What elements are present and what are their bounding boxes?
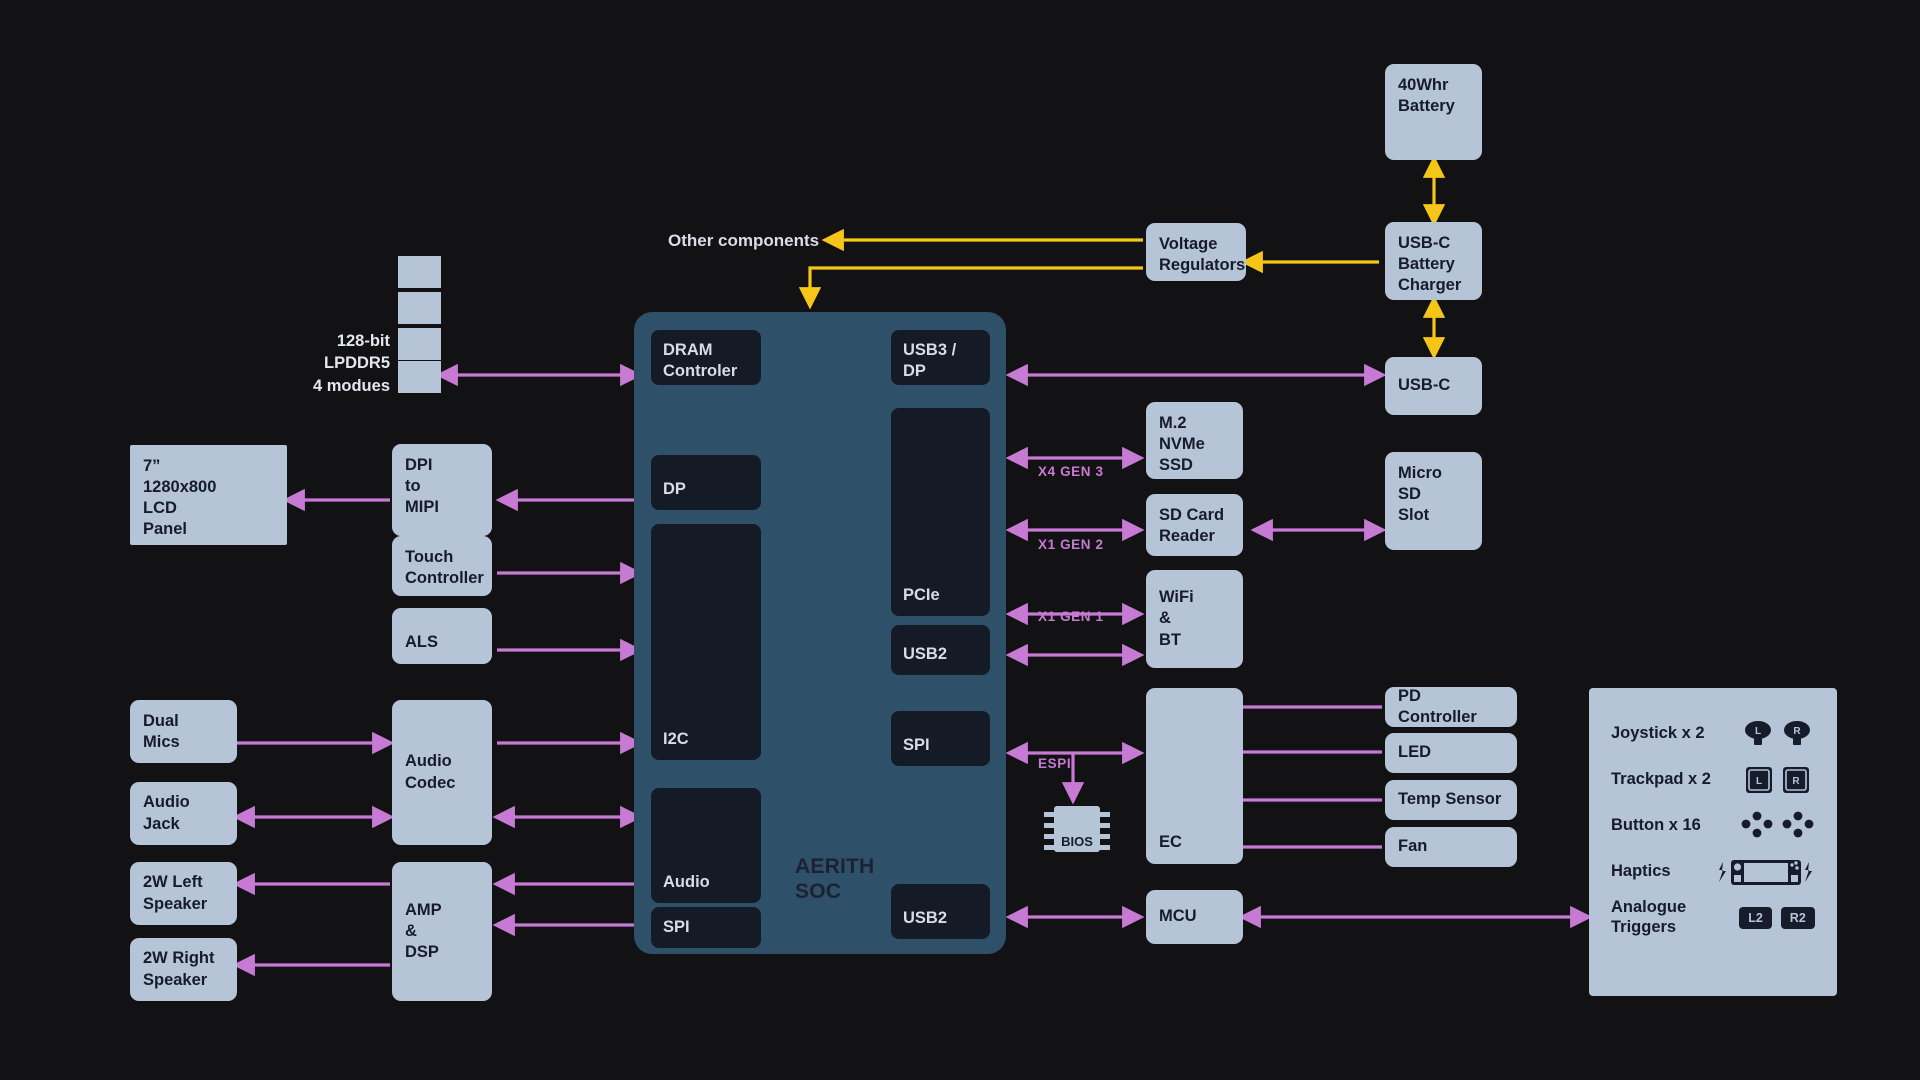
button-cluster-right-icon (1782, 811, 1813, 838)
trackpad-pair-icon: L R (1739, 766, 1815, 794)
joystick-left-icon: L (1744, 721, 1771, 745)
block-sd-card-reader[interactable]: SD Card Reader (1146, 494, 1243, 556)
block-amp-dsp[interactable]: AMP & DSP (392, 862, 492, 1001)
trigger-pair-icon: L2 R2 (1739, 906, 1815, 930)
bios-label: BIOS (1061, 834, 1093, 849)
block-dual-mics[interactable]: Dual Mics (130, 700, 237, 763)
button-cluster-icon (1739, 811, 1815, 841)
block-wifi-bt[interactable]: WiFi & BT (1146, 570, 1243, 668)
block-battery[interactable]: 40Whr Battery (1385, 64, 1482, 160)
memory-module (398, 292, 441, 324)
controls-row-joystick: Joystick x 2 L R (1611, 714, 1815, 754)
controls-row-haptics: Haptics (1611, 852, 1815, 892)
block-temp-sensor[interactable]: Temp Sensor (1385, 780, 1517, 820)
svg-text:R: R (1792, 776, 1800, 787)
block-pd-controller[interactable]: PD Controller (1385, 687, 1517, 727)
controls-row-label: Joystick x 2 (1611, 724, 1705, 743)
connector-label-x1-gen2: X1 GEN 2 (1038, 537, 1104, 552)
block-fan[interactable]: Fan (1385, 827, 1517, 867)
block-audio-codec[interactable]: Audio Codec (392, 700, 492, 845)
soc-block-audio[interactable]: Audio (651, 788, 761, 903)
trackpad-right-icon: R (1782, 767, 1809, 793)
haptics-handheld-icon (1719, 860, 1812, 885)
block-usbc-battery-charger[interactable]: USB-C Battery Charger (1385, 222, 1482, 300)
joystick-pair-icon: L R (1739, 719, 1815, 749)
soc-block-pcie[interactable]: PCIe (891, 408, 990, 616)
soc-block-dp[interactable]: DP (651, 455, 761, 510)
controls-row-label: Trackpad x 2 (1611, 770, 1711, 789)
block-touch-controller[interactable]: Touch Controller (392, 536, 492, 596)
connector-label-x4-gen3: X4 GEN 3 (1038, 464, 1104, 479)
block-mcu[interactable]: MCU (1146, 890, 1243, 944)
trigger-l2-badge: L2 (1739, 906, 1772, 930)
block-dpi-to-mipi[interactable]: DPI to MIPI (392, 444, 492, 536)
block-audio-jack[interactable]: Audio Jack (130, 782, 237, 845)
block-voltage-regulators[interactable]: Voltage Regulators (1146, 223, 1246, 281)
soc-label: AERITH SOC (795, 855, 875, 903)
block-als[interactable]: ALS (392, 608, 492, 664)
joystick-right-icon: R (1783, 721, 1810, 745)
svg-text:L: L (1754, 726, 1760, 737)
memory-label: 128-bit LPDDR5 4 modues (312, 332, 390, 395)
bios-pin (1099, 834, 1110, 839)
block-lcd-panel[interactable]: 7” 1280x800 LCD Panel (130, 445, 287, 545)
bios-pin (1099, 845, 1110, 850)
controls-row-analogue-triggers: Analogue Triggers L2 R2 (1611, 898, 1815, 938)
bios-pin (1099, 823, 1110, 828)
block-ec[interactable]: EC (1146, 688, 1243, 864)
bios-chip[interactable]: BIOS (1044, 806, 1110, 852)
memory-module (398, 256, 441, 288)
other-components-label: Other components (668, 231, 820, 250)
controls-row-label: Button x 16 (1611, 816, 1701, 835)
trackpad-left-icon: L (1745, 767, 1772, 793)
connector-label-x1-gen1: X1 GEN 1 (1038, 609, 1104, 624)
block-usbc[interactable]: USB-C (1385, 357, 1482, 415)
bios-pin (1099, 812, 1110, 817)
block-led[interactable]: LED (1385, 733, 1517, 773)
controls-row-button: Button x 16 (1611, 806, 1815, 846)
controls-panel: Joystick x 2 L R Trackpad x 2 L R Button… (1589, 688, 1837, 996)
controls-row-trackpad: Trackpad x 2 L R (1611, 760, 1815, 800)
soc-block-usb3-dp[interactable]: USB3 / DP (891, 330, 990, 385)
controls-row-label: Analogue Triggers (1611, 898, 1687, 936)
soc-block-spi-left[interactable]: SPI (651, 907, 761, 948)
soc-block-spi-right[interactable]: SPI (891, 711, 990, 766)
memory-module (398, 361, 441, 393)
block-micro-sd-slot[interactable]: Micro SD Slot (1385, 452, 1482, 550)
connector-label-espi: ESPI (1038, 756, 1072, 771)
block-speaker-left[interactable]: 2W Left Speaker (130, 862, 237, 925)
svg-text:L: L (1755, 776, 1761, 787)
button-cluster-left-icon (1741, 811, 1772, 838)
trigger-r2-badge: R2 (1780, 906, 1815, 930)
bios-body: BIOS (1054, 806, 1100, 852)
block-speaker-right[interactable]: 2W Right Speaker (130, 938, 237, 1001)
soc-block-i2c[interactable]: I2C (651, 524, 761, 760)
soc-block-usb2-lower[interactable]: USB2 (891, 884, 990, 939)
block-m2-nvme-ssd[interactable]: M.2 NVMe SSD (1146, 402, 1243, 479)
soc-block-dram-controller[interactable]: DRAM Controler (651, 330, 761, 385)
memory-module (398, 328, 441, 360)
svg-text:R: R (1793, 726, 1801, 737)
controls-row-label: Haptics (1611, 862, 1671, 881)
block-diagram-canvas: 128-bit LPDDR5 4 modues Other components… (0, 0, 1920, 1080)
soc-block-usb2-upper[interactable]: USB2 (891, 625, 990, 675)
haptics-device-icon (1717, 855, 1815, 889)
